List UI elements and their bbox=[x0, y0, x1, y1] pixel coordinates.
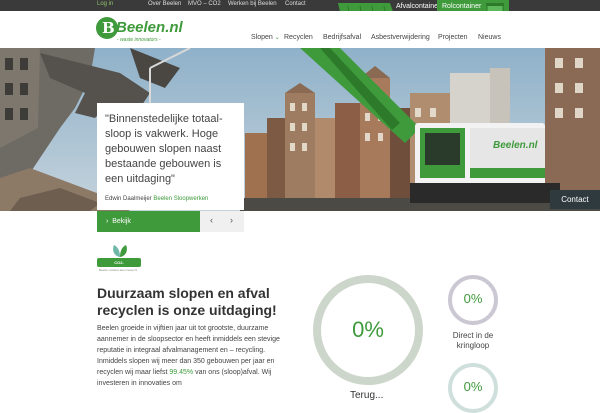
chevron-down-icon: ⌄ bbox=[274, 35, 280, 41]
nav-item-nieuws[interactable]: Nieuws bbox=[478, 34, 501, 41]
co2-badge-sub: Beelen voldoet aan niveau 5 bbox=[99, 268, 137, 272]
co2-badge[interactable]: CO2-PRESTATIELADDER Beelen voldoet aan n… bbox=[97, 244, 142, 274]
hero-quote-box: "Binnenstedelijke totaal-sloop is vakwer… bbox=[97, 103, 244, 210]
top-bar: Log in Over Beelen MVO – CO2 Werken bij … bbox=[0, 0, 600, 11]
hero-slider: Beelen.nl "Binnenstedelijke totaal-sloop… bbox=[0, 48, 600, 211]
co2-badge-label: CO2-PRESTATIELADDER bbox=[97, 258, 141, 274]
quote-author: Edwin Daalmeijer Beelen Sloopwerken bbox=[105, 196, 209, 202]
hero-quote: "Binnenstedelijke totaal-sloop is vakwer… bbox=[105, 113, 223, 185]
nav-item-asbest[interactable]: Asbestverwijdering bbox=[371, 34, 430, 41]
stat-small-2-value: 0% bbox=[463, 379, 483, 394]
stat-circle-small-2: 0% bbox=[448, 363, 498, 413]
topbar-link-contact[interactable]: Contact bbox=[285, 1, 306, 7]
nav-item-projecten[interactable]: Projecten bbox=[438, 34, 468, 41]
logo-tagline: - waste innovators - bbox=[117, 37, 161, 43]
bekijk-button[interactable]: › Bekijk bbox=[97, 211, 200, 232]
topbar-link-over[interactable]: Over Beelen bbox=[148, 1, 181, 7]
topbar-link-werken[interactable]: Werken bij Beelen bbox=[228, 1, 277, 7]
stat-small-1-value: 0% bbox=[463, 291, 483, 306]
slider-arrows: ‹ › bbox=[200, 211, 244, 232]
slider-prev-button[interactable]: ‹ bbox=[210, 215, 213, 225]
stat-large-label: Terug... bbox=[350, 390, 384, 401]
stat-small-1-label: Direct in de kringloop bbox=[452, 331, 494, 350]
stat-circle-small-1: 0% bbox=[448, 275, 498, 325]
logo-mark: B bbox=[96, 17, 118, 39]
machine-logo-text: Beelen.nl bbox=[493, 140, 538, 151]
nav-item-bedrijfsafval[interactable]: Bedrijfsafval bbox=[323, 34, 361, 41]
contact-tab-button[interactable]: Contact bbox=[550, 190, 600, 209]
site-header: B Beelen.nl - waste innovators - Slopen … bbox=[0, 11, 600, 48]
page-heading: Duurzaam slopen en afval recyclen is onz… bbox=[97, 285, 277, 318]
stat-circle-large: 0% bbox=[313, 275, 423, 385]
chevron-right-icon: › bbox=[106, 218, 109, 225]
slider-next-button[interactable]: › bbox=[230, 215, 233, 225]
intro-paragraph: Beelen groeide in vijftien jaar uit tot … bbox=[97, 325, 280, 387]
topbar-link-mvo[interactable]: MVO – CO2 bbox=[188, 1, 221, 7]
leaf-icon bbox=[113, 245, 127, 257]
nav-item-slopen[interactable]: Slopen ⌄ bbox=[251, 34, 280, 41]
hero-photo: Beelen.nl bbox=[0, 48, 600, 211]
nav-item-recyclen[interactable]: Recyclen bbox=[284, 34, 313, 41]
stat-large-value: 0% bbox=[352, 317, 384, 342]
quote-company-link[interactable]: Beelen Sloopwerken bbox=[153, 196, 208, 202]
logo-name: Beelen.nl bbox=[116, 19, 183, 36]
login-link[interactable]: Log in bbox=[97, 1, 113, 7]
